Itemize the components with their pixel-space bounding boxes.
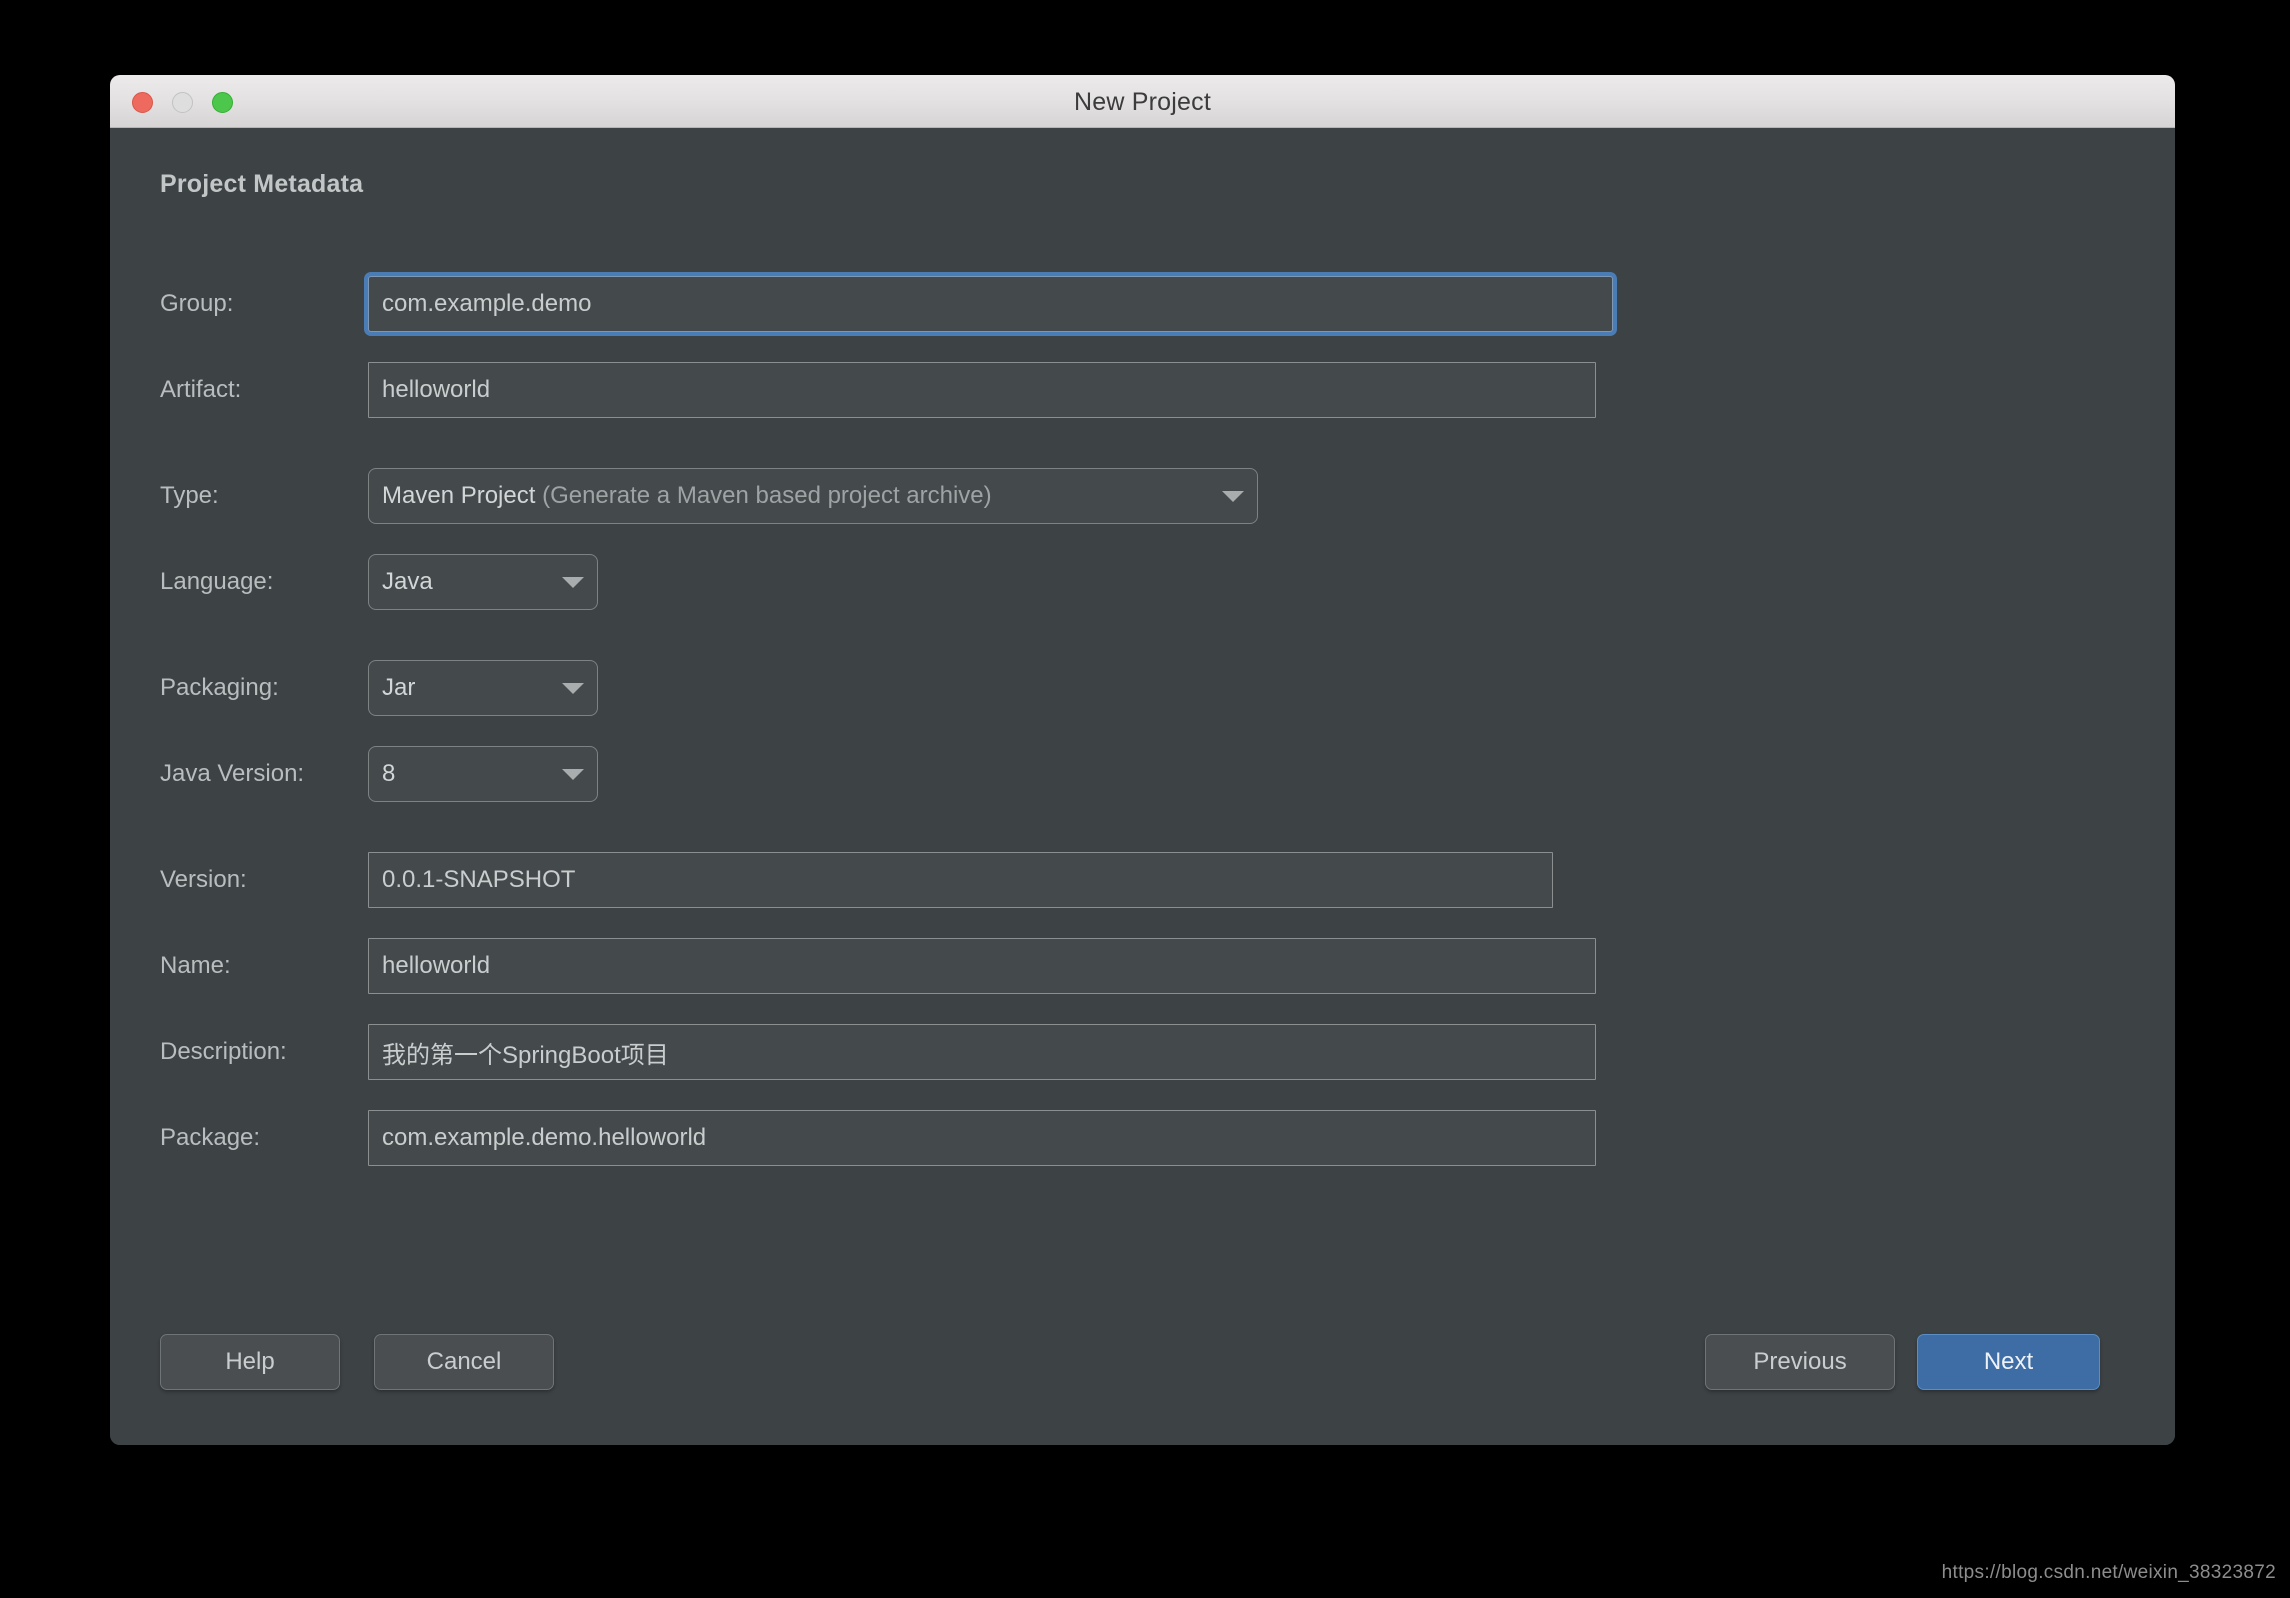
language-select-value: Java — [382, 568, 433, 595]
group-input[interactable]: com.example.demo — [368, 276, 1613, 332]
row-type: Type: Maven Project (Generate a Maven ba… — [110, 468, 2175, 524]
chevron-down-icon — [1222, 490, 1244, 502]
group-input-value: com.example.demo — [382, 290, 592, 317]
new-project-dialog: New Project Project Metadata Group: com.… — [110, 75, 2175, 1445]
java-version-select[interactable]: 8 — [368, 746, 598, 802]
type-label: Type: — [160, 482, 219, 509]
row-packaging: Packaging: Jar — [110, 660, 2175, 716]
description-label: Description: — [160, 1038, 287, 1065]
version-label: Version: — [160, 866, 247, 893]
name-label: Name: — [160, 952, 231, 979]
type-select-value-hint: (Generate a Maven based project archive) — [542, 482, 992, 509]
chevron-down-icon — [562, 768, 584, 780]
row-version: Version: 0.0.1-SNAPSHOT — [110, 852, 2175, 908]
group-label: Group: — [160, 290, 234, 317]
artifact-input-value: helloworld — [382, 376, 491, 403]
type-select[interactable]: Maven Project (Generate a Maven based pr… — [368, 468, 1258, 524]
description-input-value: 我的第一个SpringBoot项目 — [382, 1041, 669, 1069]
version-input[interactable]: 0.0.1-SNAPSHOT — [368, 852, 1553, 908]
chevron-down-icon — [562, 682, 584, 694]
artifact-input[interactable]: helloworld — [368, 362, 1596, 418]
java-version-label: Java Version: — [160, 760, 305, 787]
title-bar: New Project — [110, 75, 2175, 128]
package-input-value: com.example.demo.helloworld — [382, 1124, 707, 1151]
previous-button[interactable]: Previous — [1705, 1334, 1895, 1390]
help-button[interactable]: Help — [160, 1334, 340, 1390]
row-java-version: Java Version: 8 — [110, 746, 2175, 802]
window-title: New Project — [1074, 88, 1211, 116]
row-language: Language: Java — [110, 554, 2175, 610]
type-select-value-main: Maven Project — [382, 482, 536, 509]
row-artifact: Artifact: helloworld — [110, 362, 2175, 418]
row-name: Name: helloworld — [110, 938, 2175, 994]
page-title: Project Metadata — [160, 170, 364, 198]
name-input-value: helloworld — [382, 952, 491, 979]
name-input[interactable]: helloworld — [368, 938, 1596, 994]
java-version-select-value: 8 — [382, 760, 396, 787]
next-button[interactable]: Next — [1917, 1334, 2100, 1390]
package-label: Package: — [160, 1124, 261, 1151]
row-group: Group: com.example.demo — [110, 276, 2175, 332]
artifact-label: Artifact: — [160, 376, 242, 403]
packaging-select[interactable]: Jar — [368, 660, 598, 716]
row-package: Package: com.example.demo.helloworld — [110, 1110, 2175, 1166]
row-description: Description: 我的第一个SpringBoot项目 — [110, 1024, 2175, 1080]
packaging-label: Packaging: — [160, 674, 279, 701]
chevron-down-icon — [562, 576, 584, 588]
package-input[interactable]: com.example.demo.helloworld — [368, 1110, 1596, 1166]
cancel-button[interactable]: Cancel — [374, 1334, 554, 1390]
language-label: Language: — [160, 568, 274, 595]
packaging-select-value: Jar — [382, 674, 416, 701]
type-select-value: Maven Project (Generate a Maven based pr… — [382, 482, 992, 510]
language-select[interactable]: Java — [368, 554, 598, 610]
watermark: https://blog.csdn.net/weixin_38323872 — [1941, 1562, 2276, 1583]
description-input[interactable]: 我的第一个SpringBoot项目 — [368, 1024, 1596, 1080]
dialog-body: Project Metadata Group: com.example.demo… — [110, 128, 2175, 1445]
version-input-value: 0.0.1-SNAPSHOT — [382, 866, 576, 893]
